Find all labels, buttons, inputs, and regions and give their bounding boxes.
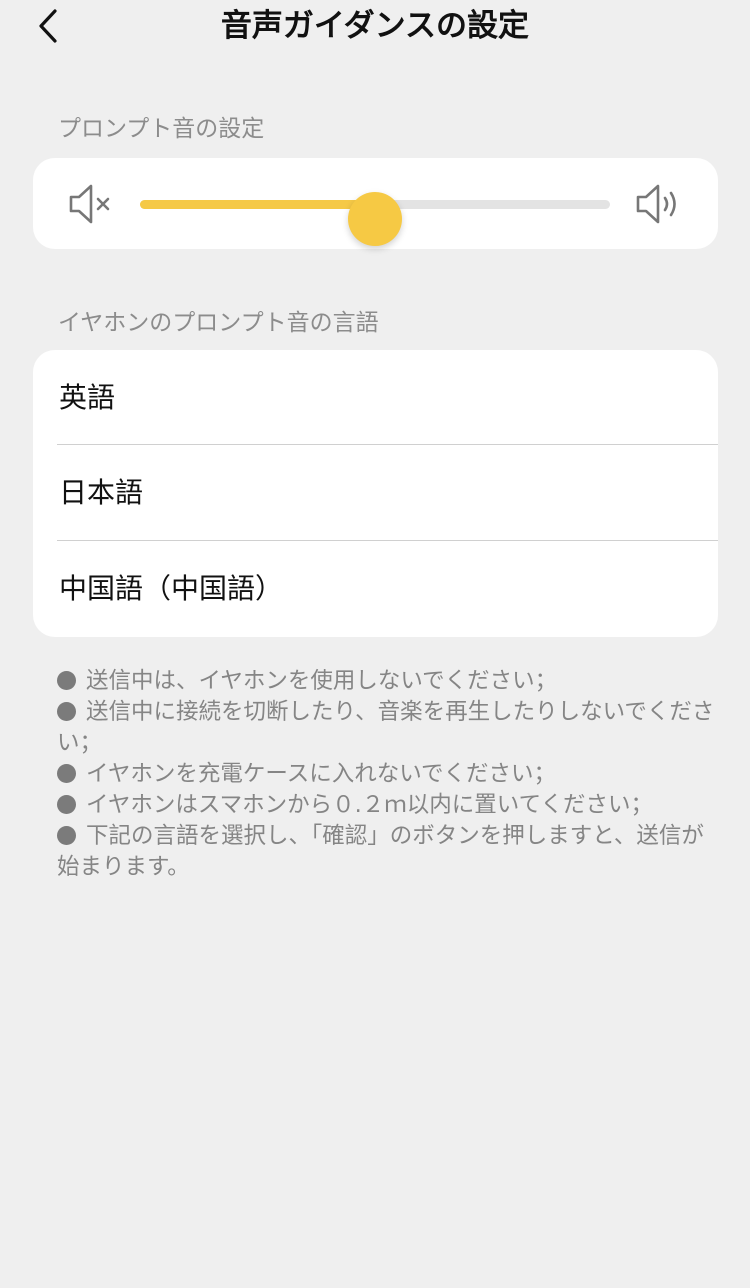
slider-fill: [140, 200, 375, 209]
language-option-japanese[interactable]: 日本語: [33, 445, 718, 540]
prompt-volume-slider[interactable]: [140, 185, 610, 246]
language-option-english[interactable]: 英語: [33, 350, 718, 445]
bullet-icon: [57, 795, 76, 814]
slider-track: [140, 192, 610, 246]
bullet-icon: [57, 764, 76, 783]
bullet-icon: [57, 826, 76, 845]
note-item: 送信中は、イヤホンを使用しないでください；: [57, 666, 717, 697]
chevron-left-icon: [39, 9, 57, 43]
note-item: 下記の言語を選択し、「確認」のボタンを押しますと、送信が始まります。: [57, 823, 704, 880]
note-item: イヤホンを充電ケースに入れないでください；: [57, 759, 717, 790]
volume-card: [33, 158, 718, 249]
language-option-label: 日本語: [59, 476, 144, 509]
back-button[interactable]: [28, 6, 68, 46]
language-section-label: イヤホンのプロンプト音の言語: [58, 310, 379, 336]
notes-list: 送信中は、イヤホンを使用しないでください； 送信中に接続を切断したり、音楽を再生…: [57, 666, 717, 883]
note-item: 送信中に接続を切断したり、音楽を再生したりしないでください；: [57, 699, 715, 756]
language-option-chinese[interactable]: 中国語（中国語）: [33, 541, 718, 636]
language-option-label: 中国語（中国語）: [59, 572, 284, 605]
page-title: 音声ガイダンスの設定: [220, 8, 530, 44]
speaker-loud-icon[interactable]: [634, 180, 682, 228]
language-option-label: 英語: [59, 381, 116, 414]
prompt-volume-label: プロンプト音の設定: [58, 116, 265, 142]
header-bar: 音声ガイダンスの設定: [0, 0, 750, 56]
speaker-mute-icon[interactable]: [67, 180, 115, 228]
bullet-icon: [57, 671, 76, 690]
note-item: イヤホンはスマホンから０.２ｍ以内に置いてください；: [57, 790, 717, 821]
slider-thumb[interactable]: [348, 192, 402, 246]
bullet-icon: [57, 702, 76, 721]
language-list-card: 英語 日本語 中国語（中国語）: [33, 350, 718, 637]
